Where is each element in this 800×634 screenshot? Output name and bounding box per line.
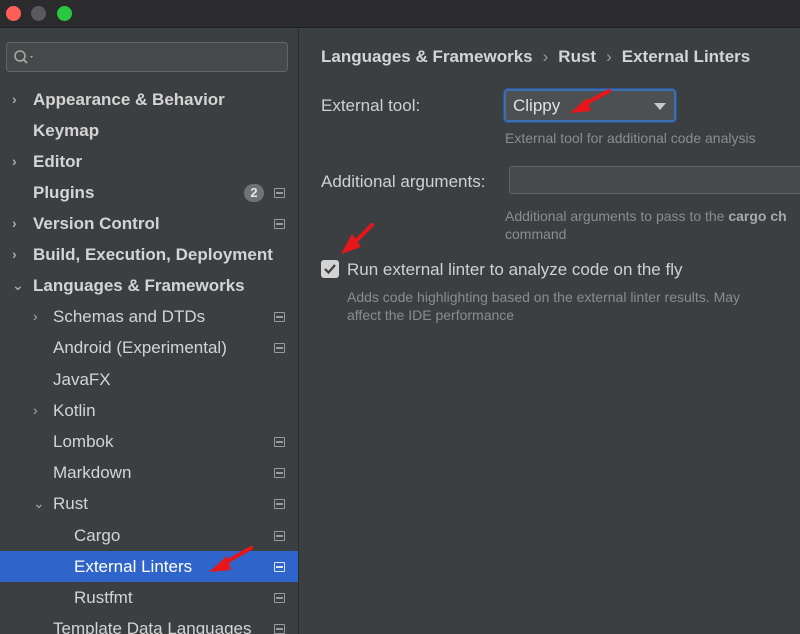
annotation-arrow-icon xyxy=(209,546,253,572)
sidebar-item-label: External Linters xyxy=(74,557,193,576)
external-tool-help: External tool for additional code analys… xyxy=(505,130,756,146)
cargo-check-command-text: cargo ch xyxy=(728,208,787,224)
project-settings-icon xyxy=(274,437,285,447)
sidebar-item-rustfmt[interactable]: Rustfmt xyxy=(0,582,298,613)
sidebar-item-label: Languages & Frameworks xyxy=(33,276,245,295)
breadcrumb-item-rust[interactable]: Rust xyxy=(558,47,596,66)
breadcrumb-item-languages-frameworks[interactable]: Languages & Frameworks xyxy=(321,47,533,66)
sidebar-item-label: Markdown xyxy=(53,463,132,482)
sidebar-item-appearance-behavior[interactable]: › Appearance & Behavior xyxy=(0,84,298,115)
plugins-update-badge: 2 xyxy=(244,184,264,202)
project-settings-icon xyxy=(274,343,285,353)
chevron-right-icon[interactable]: › xyxy=(12,208,26,239)
sidebar-item-label: Version Control xyxy=(33,214,160,233)
annotation-arrow-icon xyxy=(341,223,374,254)
sidebar-item-label: Schemas and DTDs xyxy=(53,307,206,326)
breadcrumb-separator-icon: › xyxy=(606,47,612,66)
sidebar-item-label: Keymap xyxy=(33,121,100,140)
project-settings-icon xyxy=(274,312,285,322)
run-linter-label[interactable]: Run external linter to analyze code on t… xyxy=(347,260,682,280)
sidebar-item-rust[interactable]: ⌄ Rust xyxy=(0,488,298,519)
sidebar-item-label: Appearance & Behavior xyxy=(33,90,225,109)
sidebar-item-android[interactable]: Android (Experimental) xyxy=(0,332,298,363)
annotation-arrow-icon xyxy=(570,89,611,113)
sidebar-item-label: Editor xyxy=(33,152,83,171)
sidebar-item-keymap[interactable]: Keymap xyxy=(0,115,298,146)
chevron-right-icon[interactable]: › xyxy=(12,146,26,177)
sidebar-item-template-data-languages[interactable]: Template Data Languages xyxy=(0,613,298,634)
sidebar-item-markdown[interactable]: Markdown xyxy=(0,457,298,488)
external-tool-selected-value: Clippy xyxy=(513,96,561,115)
minimize-window-button[interactable] xyxy=(31,6,46,21)
sidebar-item-plugins[interactable]: Plugins 2 xyxy=(0,177,298,208)
additional-arguments-help-text: Additional arguments to pass to the xyxy=(505,208,729,224)
project-settings-icon xyxy=(274,562,285,572)
external-tool-label: External tool: xyxy=(321,96,421,115)
title-bar xyxy=(0,0,800,28)
additional-arguments-label: Additional arguments: xyxy=(321,172,486,191)
additional-arguments-input[interactable] xyxy=(509,166,800,194)
project-settings-icon xyxy=(274,499,285,509)
breadcrumb-item-external-linters: External Linters xyxy=(621,47,751,66)
additional-arguments-help-text-2: command xyxy=(505,226,567,242)
sidebar-item-label: Cargo xyxy=(74,526,121,545)
project-settings-icon xyxy=(274,624,285,634)
chevron-down-icon[interactable]: ⌄ xyxy=(33,488,47,519)
settings-sidebar: › Appearance & Behavior Keymap › Editor … xyxy=(0,29,298,634)
sidebar-item-label: Rust xyxy=(53,494,88,513)
additional-arguments-help: Additional arguments to pass to the carg… xyxy=(505,207,787,243)
chevron-right-icon[interactable]: › xyxy=(12,84,26,115)
breadcrumb-separator-icon: › xyxy=(542,47,549,66)
sidebar-item-javafx[interactable]: JavaFX xyxy=(0,364,298,395)
chevron-right-icon[interactable]: › xyxy=(33,395,47,426)
checkmark-icon xyxy=(324,264,336,275)
settings-content-panel: Languages & Frameworks › Rust › External Lin… xyxy=(299,29,800,634)
close-window-button[interactable] xyxy=(6,6,21,21)
sidebar-item-version-control[interactable]: › Version Control xyxy=(0,208,298,239)
sidebar-item-schemas-dtds[interactable]: › Schemas and DTDs xyxy=(0,301,298,332)
dropdown-arrow-icon xyxy=(654,103,666,110)
sidebar-item-label: Lombok xyxy=(53,432,114,451)
sidebar-item-label: JavaFX xyxy=(53,370,111,389)
settings-search-input[interactable] xyxy=(6,42,288,72)
sidebar-item-label: Kotlin xyxy=(53,401,96,420)
sidebar-item-label: Rustfmt xyxy=(74,588,133,607)
sidebar-item-build-execution-deployment[interactable]: › Build, Execution, Deployment xyxy=(0,239,298,270)
project-settings-icon xyxy=(274,468,285,478)
sidebar-item-lombok[interactable]: Lombok xyxy=(0,426,298,457)
run-linter-help: Adds code highlighting based on the exte… xyxy=(347,288,740,324)
sidebar-item-editor[interactable]: › Editor xyxy=(0,146,298,177)
sidebar-item-label: Build, Execution, Deployment xyxy=(33,245,273,264)
project-settings-icon xyxy=(274,531,285,541)
project-settings-icon xyxy=(274,593,285,603)
run-linter-help-text: Adds code highlighting based on the exte… xyxy=(347,289,741,305)
chevron-right-icon[interactable]: › xyxy=(12,239,26,270)
search-icon xyxy=(14,50,33,64)
sidebar-item-label: Plugins xyxy=(33,183,95,202)
sidebar-item-label: Android (Experimental) xyxy=(53,338,227,357)
chevron-down-icon[interactable]: ⌄ xyxy=(12,270,26,301)
sidebar-item-kotlin[interactable]: › Kotlin xyxy=(0,395,298,426)
run-linter-help-text-2: affect the IDE performance xyxy=(347,307,515,323)
breadcrumb: Languages & Frameworks › Rust › External Lin… xyxy=(321,47,750,67)
sidebar-item-languages-frameworks[interactable]: ⌄ Languages & Frameworks xyxy=(0,270,298,301)
project-settings-icon xyxy=(274,219,285,229)
chevron-right-icon[interactable]: › xyxy=(33,301,47,332)
maximize-window-button[interactable] xyxy=(57,6,72,21)
project-settings-icon xyxy=(274,188,285,198)
sidebar-item-label: Template Data Languages xyxy=(53,619,252,634)
run-linter-checkbox[interactable] xyxy=(321,260,339,278)
